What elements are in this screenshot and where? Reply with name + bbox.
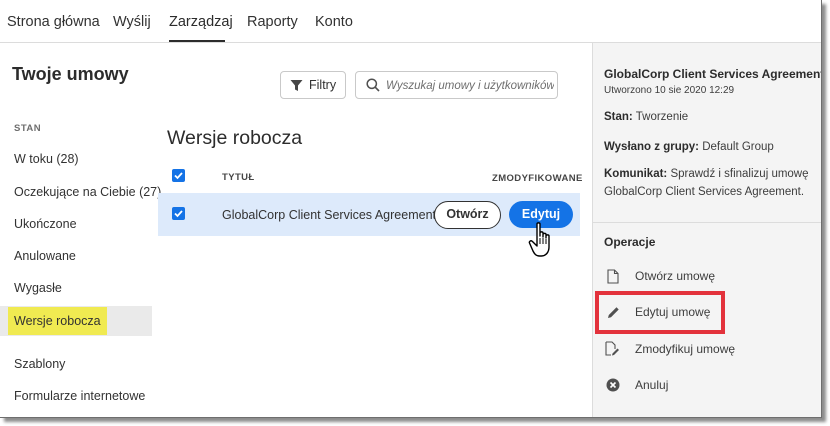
sidebar-item-expired[interactable]: Wygasłe	[0, 273, 152, 303]
page-title: Twoje umowy	[12, 64, 129, 84]
op-modify-agreement[interactable]: Zmodyfikuj umowę	[604, 341, 735, 357]
filter-button[interactable]: Filtry	[280, 71, 346, 99]
op-label: Anuluj	[635, 378, 669, 392]
hand-cursor-icon	[528, 222, 550, 257]
sidebar-item-label: Oczekujące na Ciebie (27)	[14, 185, 162, 199]
row-title: GlobalCorp Client Services Agreement	[222, 208, 436, 222]
sidebar-item-label: Szablony	[14, 357, 66, 371]
message-text-continued: GlobalCorp Client Services Agreement.	[604, 186, 805, 198]
section-title: Wersje robocza	[167, 127, 303, 149]
app-window: Strona główna Wyślij Zarządzaj Raporty K…	[0, 0, 822, 418]
sidebar-item-in-progress[interactable]: W toku (28)	[0, 144, 152, 174]
modify-document-icon	[605, 341, 619, 356]
column-header-title[interactable]: TYTUŁ	[222, 172, 255, 183]
sidebar-item-label: Wersje robocza	[8, 307, 107, 335]
sidebar-item-waiting[interactable]: Oczekujące na Ciebie (27)	[0, 177, 161, 207]
details-panel: GlobalCorp Client Services Agreement Utw…	[592, 43, 822, 417]
message-label: Komunikat:	[604, 168, 668, 180]
sidebar-item-label: Anulowane	[14, 249, 76, 263]
divider	[593, 222, 821, 223]
sent-from-line: Wysłano z grupy: Default Group	[604, 141, 774, 153]
sidebar-item-drafts[interactable]: Wersje robocza	[0, 306, 152, 336]
search-input[interactable]	[386, 76, 554, 95]
op-cancel[interactable]: Anuluj	[604, 377, 668, 393]
sent-from-value: Default Group	[702, 141, 774, 153]
sidebar-item-web-forms[interactable]: Formularze internetowe	[0, 381, 152, 411]
row-checkbox[interactable]	[172, 207, 185, 220]
filter-icon	[290, 79, 303, 91]
annotation-highlight-box	[595, 291, 725, 334]
nav-home[interactable]: Strona główna	[7, 14, 100, 30]
checkmark-icon	[174, 172, 183, 180]
agreement-title: GlobalCorp Client Services Agreement	[604, 67, 822, 81]
created-date: Utworzono 10 sie 2020 12:29	[604, 85, 735, 96]
sidebar-item-label: W toku (28)	[14, 152, 79, 166]
document-icon	[607, 268, 619, 284]
sidebar-item-templates[interactable]: Szablony	[0, 349, 152, 379]
nav-account[interactable]: Konto	[315, 14, 353, 30]
status-line: Stan: Tworzenie	[604, 111, 688, 123]
sidebar-item-label: Formularze internetowe	[14, 389, 146, 403]
sidebar-item-label: Ukończone	[14, 217, 77, 231]
message-text: Sprawdź i sfinalizuj umowę	[670, 168, 809, 180]
sidebar-item-completed[interactable]: Ukończone	[0, 209, 152, 239]
status-label: Stan:	[604, 111, 633, 123]
top-nav: Strona główna Wyślij Zarządzaj Raporty K…	[0, 0, 821, 43]
open-button[interactable]: Otwórz	[434, 201, 501, 229]
search-icon	[366, 78, 380, 92]
message-line: Komunikat: Sprawdź i sfinalizuj umowę	[604, 168, 809, 180]
sent-from-label: Wysłano z grupy:	[604, 141, 699, 153]
checkmark-icon	[174, 210, 183, 218]
sidebar-item-canceled[interactable]: Anulowane	[0, 241, 152, 271]
op-label: Zmodyfikuj umowę	[635, 342, 736, 356]
cancel-icon	[606, 378, 620, 392]
op-open-agreement[interactable]: Otwórz umowę	[604, 268, 715, 284]
table-row[interactable]: GlobalCorp Client Services Agreement Otw…	[158, 193, 580, 236]
op-label: Otwórz umowę	[635, 269, 716, 283]
column-header-modified[interactable]: ZMODYFIKOWANE	[492, 173, 583, 184]
status-section-label: STAN	[14, 123, 42, 134]
nav-reports[interactable]: Raporty	[247, 14, 298, 30]
operations-title: Operacje	[604, 235, 656, 249]
search-box	[355, 71, 558, 99]
select-all-checkbox[interactable]	[172, 169, 185, 182]
nav-active-indicator	[169, 40, 225, 42]
sidebar-item-label: Wygasłe	[14, 281, 62, 295]
nav-send[interactable]: Wyślij	[113, 14, 151, 30]
filter-button-label: Filtry	[309, 78, 337, 92]
status-value: Tworzenie	[635, 111, 689, 123]
nav-manage[interactable]: Zarządzaj	[169, 14, 233, 30]
